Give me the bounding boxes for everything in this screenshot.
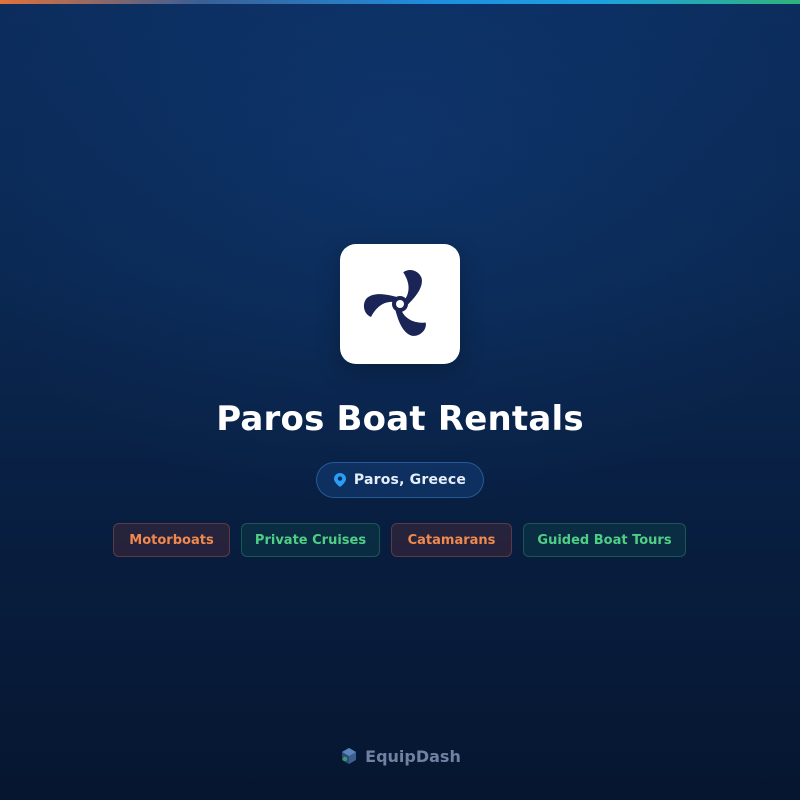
equipdash-logo-icon (342, 748, 357, 764)
tag-catamarans: Catamarans (391, 523, 512, 557)
footer-brand: EquipDash (0, 746, 800, 766)
tag-motorboats: Motorboats (113, 523, 230, 557)
category-tags: Motorboats Private Cruises Catamarans Gu… (113, 523, 686, 557)
top-accent-bar (0, 0, 800, 4)
business-name: Paros Boat Rentals (216, 399, 584, 439)
business-logo (340, 244, 460, 364)
footer-brand-text: EquipDash (365, 746, 461, 766)
tag-private-cruises: Private Cruises (241, 523, 380, 557)
tag-guided-boat-tours: Guided Boat Tours (523, 523, 686, 557)
map-pin-icon (333, 473, 346, 487)
location-text: Paros, Greece (353, 472, 467, 488)
propeller-icon (363, 270, 426, 336)
location-badge: Paros, Greece (316, 462, 484, 498)
